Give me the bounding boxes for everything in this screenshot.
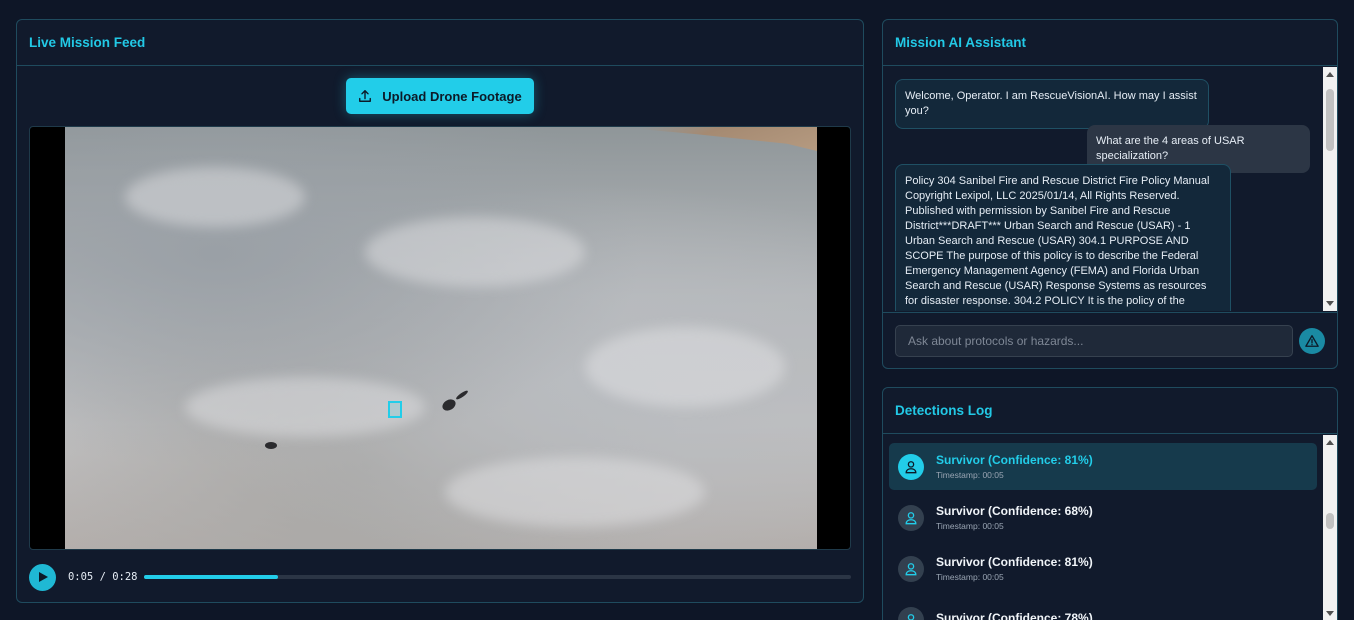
- chat-message-ai: Policy 304 Sanibel Fire and Rescue Distr…: [895, 164, 1231, 311]
- scroll-down-arrow-icon[interactable]: [1326, 611, 1334, 616]
- chat-input-row: [883, 312, 1337, 368]
- video-controls: 0:05 / 0:28: [29, 563, 851, 591]
- wave-foam: [365, 217, 585, 287]
- detection-label: Survivor (Confidence: 78%): [936, 611, 1093, 620]
- detection-label: Survivor (Confidence: 81%): [936, 555, 1093, 569]
- shoreline-sand: [617, 127, 817, 151]
- user-icon: [898, 453, 924, 480]
- chat-scrollbar[interactable]: [1323, 67, 1337, 311]
- live-mission-feed-panel: Live Mission Feed Upload Drone Footage 0…: [16, 19, 864, 603]
- warning-triangle-icon: [1305, 335, 1319, 347]
- detection-item[interactable]: Survivor (Confidence: 78%): [889, 596, 1317, 620]
- detection-label: Survivor (Confidence: 68%): [936, 504, 1093, 518]
- detection-label: Survivor (Confidence: 81%): [936, 453, 1093, 467]
- upload-button-label: Upload Drone Footage: [382, 88, 522, 104]
- video-progress-bar[interactable]: [143, 575, 851, 579]
- chat-scroll-thumb[interactable]: [1326, 89, 1334, 151]
- wave-foam: [125, 167, 305, 227]
- detection-timestamp: Timestamp: 00:05: [936, 521, 1004, 531]
- play-icon: [39, 572, 49, 582]
- assistant-panel-title: Mission AI Assistant: [883, 20, 1337, 66]
- mission-ai-assistant-panel: Mission AI Assistant Welcome, Operator. …: [882, 19, 1338, 369]
- chat-message-ai: Welcome, Operator. I am RescueVisionAI. …: [895, 79, 1209, 129]
- video-player[interactable]: [29, 126, 851, 550]
- wave-foam: [585, 327, 785, 407]
- detection-timestamp: Timestamp: 00:05: [936, 572, 1004, 582]
- detection-item[interactable]: Survivor (Confidence: 81%) Timestamp: 00…: [889, 443, 1317, 490]
- feed-panel-title: Live Mission Feed: [17, 20, 863, 66]
- send-button[interactable]: [1299, 328, 1325, 354]
- drone-video-frame: [65, 127, 817, 549]
- user-icon: [898, 504, 924, 531]
- video-progress-fill: [143, 575, 279, 579]
- scroll-up-arrow-icon[interactable]: [1326, 440, 1334, 445]
- wave-foam: [445, 457, 705, 527]
- swimmer: [440, 397, 458, 413]
- chat-input[interactable]: [895, 325, 1293, 357]
- detection-item[interactable]: Survivor (Confidence: 81%) Timestamp: 00…: [889, 545, 1317, 592]
- detection-bounding-box: [388, 401, 402, 418]
- detections-panel-title: Detections Log: [883, 388, 1337, 434]
- upload-icon: [359, 90, 372, 102]
- detections-log-panel: Detections Log Survivor (Confidence: 81%…: [882, 387, 1338, 620]
- upload-drone-footage-button[interactable]: Upload Drone Footage: [346, 78, 534, 114]
- swimmer: [265, 442, 277, 449]
- user-icon: [898, 606, 924, 620]
- detection-timestamp: Timestamp: 00:05: [936, 470, 1004, 480]
- detection-item[interactable]: Survivor (Confidence: 68%) Timestamp: 00…: [889, 494, 1317, 541]
- swimmer-arm: [455, 389, 469, 401]
- play-button[interactable]: [29, 563, 56, 591]
- chat-history[interactable]: Welcome, Operator. I am RescueVisionAI. …: [883, 67, 1323, 311]
- detections-scroll-thumb[interactable]: [1326, 513, 1334, 529]
- detections-list[interactable]: Survivor (Confidence: 81%) Timestamp: 00…: [883, 435, 1323, 620]
- scroll-up-arrow-icon[interactable]: [1326, 72, 1334, 77]
- user-icon: [898, 555, 924, 582]
- detections-scrollbar[interactable]: [1323, 435, 1337, 620]
- scroll-down-arrow-icon[interactable]: [1326, 301, 1334, 306]
- time-display: 0:05 / 0:28: [67, 571, 138, 583]
